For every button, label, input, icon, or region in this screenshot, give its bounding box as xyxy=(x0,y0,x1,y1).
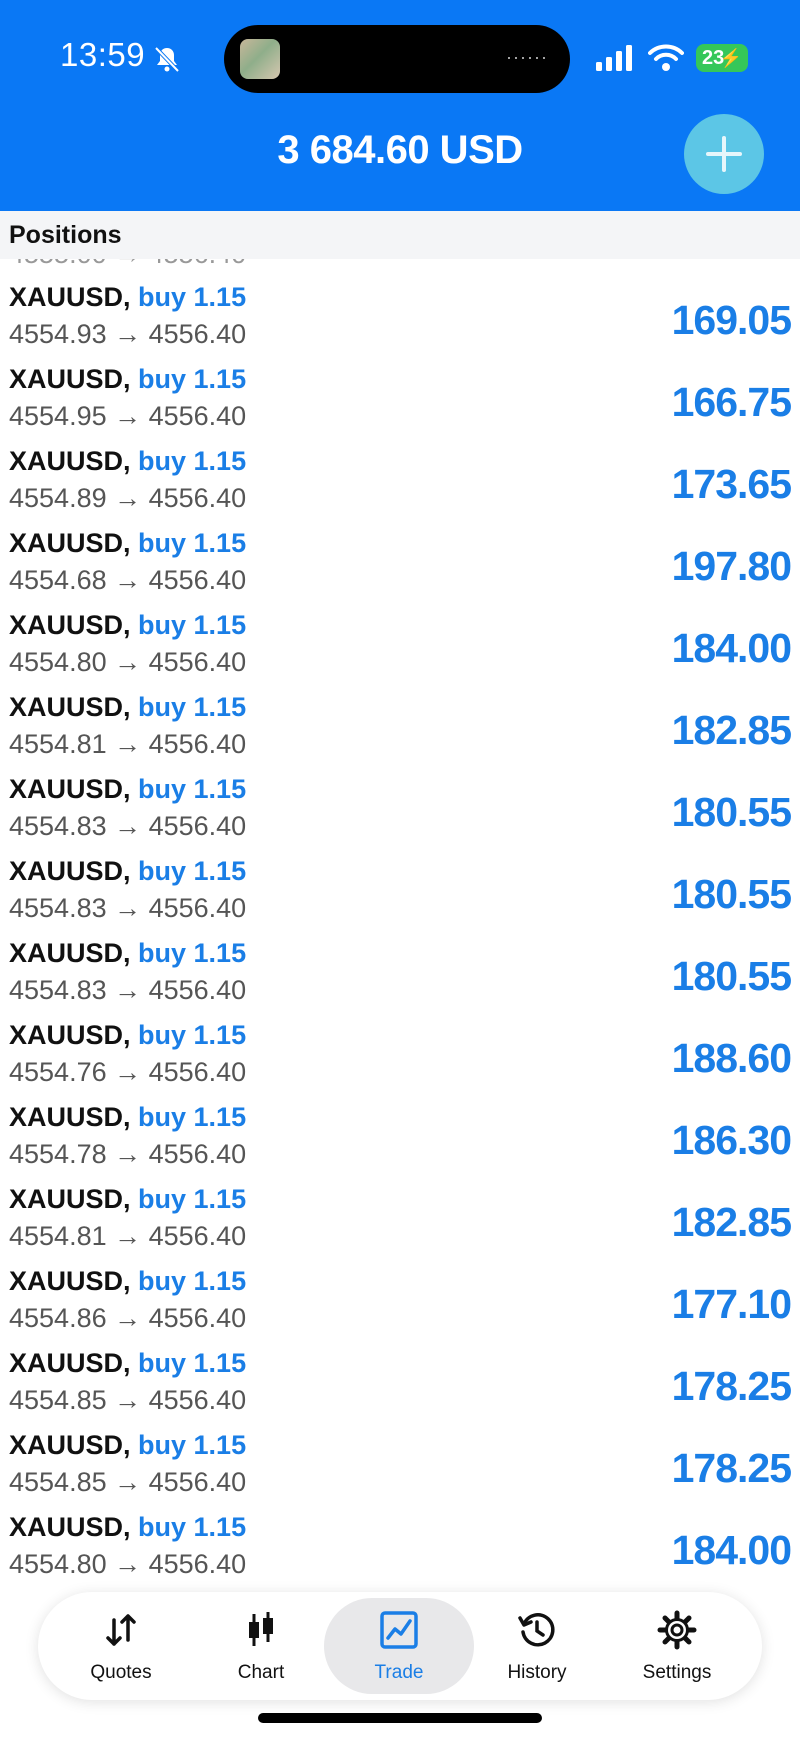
symbol: XAUUSD, xyxy=(9,938,131,968)
direction-volume: buy 1.15 xyxy=(138,1430,247,1460)
symbol: XAUUSD, xyxy=(9,692,131,722)
home-indicator[interactable] xyxy=(258,1713,542,1723)
position-row[interactable]: XAUUSD, buy 1.15 4554.76 → 4556.40 188.6… xyxy=(0,997,800,1087)
symbol: XAUUSD, xyxy=(9,1102,131,1132)
status-time: 13:59 xyxy=(60,36,146,73)
tab-label: Chart xyxy=(237,1662,285,1683)
symbol: XAUUSD, xyxy=(9,1020,131,1050)
profit-value: 180.55 xyxy=(671,871,792,917)
direction-volume: buy 1.15 xyxy=(138,774,247,804)
profit-value: 184.00 xyxy=(671,625,792,671)
activity-thumbnail xyxy=(240,39,280,79)
direction-volume: buy 1.15 xyxy=(138,282,247,312)
position-row[interactable]: XAUUSD, buy 1.15 4554.93 → 4556.40 169.0… xyxy=(0,259,800,349)
symbol: XAUUSD, xyxy=(9,1430,131,1460)
position-row[interactable]: XAUUSD, buy 1.15 4554.80 → 4556.40 184.0… xyxy=(0,1489,800,1579)
tab-label: Settings xyxy=(642,1662,712,1683)
tab-trade[interactable]: Trade xyxy=(324,1598,474,1694)
position-row[interactable]: XAUUSD, buy 1.15 4554.85 → 4556.40 178.2… xyxy=(0,1407,800,1497)
positions-list[interactable]: 4555.00 → 4556.40 XAUUSD, buy 1.15 4554.… xyxy=(0,259,800,1589)
position-row[interactable]: XAUUSD, buy 1.15 4554.81 → 4556.40 182.8… xyxy=(0,1161,800,1251)
position-row[interactable]: XAUUSD, buy 1.15 4554.86 → 4556.40 177.1… xyxy=(0,1243,800,1333)
direction-volume: buy 1.15 xyxy=(138,610,247,640)
direction-volume: buy 1.15 xyxy=(138,1512,247,1542)
section-title: Positions xyxy=(9,221,122,249)
position-row[interactable]: XAUUSD, buy 1.15 4554.83 → 4556.40 180.5… xyxy=(0,833,800,923)
direction-volume: buy 1.15 xyxy=(138,1020,247,1050)
symbol: XAUUSD, xyxy=(9,364,131,394)
symbol: XAUUSD, xyxy=(9,1512,131,1542)
symbol: XAUUSD, xyxy=(9,610,131,640)
symbol: XAUUSD, xyxy=(9,282,131,312)
symbol: XAUUSD, xyxy=(9,774,131,804)
symbol: XAUUSD, xyxy=(9,1348,131,1378)
history-icon xyxy=(518,1613,555,1647)
bottom-tab-bar: Quotes Chart Trade History Settings xyxy=(38,1592,762,1700)
symbol: XAUUSD, xyxy=(9,446,131,476)
profit-value: 166.75 xyxy=(671,379,792,425)
position-row[interactable]: XAUUSD, buy 1.15 4554.89 → 4556.40 173.6… xyxy=(0,423,800,513)
profit-value: 188.60 xyxy=(671,1035,792,1081)
profit-value: 180.55 xyxy=(671,789,792,835)
direction-volume: buy 1.15 xyxy=(138,692,247,722)
profit-value: 173.65 xyxy=(671,461,792,507)
direction-volume: buy 1.15 xyxy=(138,938,247,968)
position-row[interactable]: XAUUSD, buy 1.15 4554.68 → 4556.40 197.8… xyxy=(0,505,800,595)
position-row[interactable]: XAUUSD, buy 1.15 4554.83 → 4556.40 180.5… xyxy=(0,751,800,841)
direction-volume: buy 1.15 xyxy=(138,364,247,394)
quotes-icon xyxy=(106,1614,136,1646)
cellular-signal-icon xyxy=(596,45,632,71)
wifi-icon xyxy=(648,44,684,71)
direction-volume: buy 1.15 xyxy=(138,856,247,886)
price-open-current: 4554.80 → 4556.40 xyxy=(9,1549,247,1579)
symbol: XAUUSD, xyxy=(9,1184,131,1214)
add-order-button[interactable] xyxy=(684,114,764,194)
account-balance: 3 684.60 USD xyxy=(277,128,523,172)
tab-label: Quotes xyxy=(90,1662,152,1683)
tab-chart[interactable]: Chart xyxy=(186,1598,336,1694)
position-row[interactable]: XAUUSD, buy 1.15 4554.80 → 4556.40 184.0… xyxy=(0,587,800,677)
symbol: XAUUSD, xyxy=(9,856,131,886)
tab-history[interactable]: History xyxy=(462,1598,612,1694)
direction-volume: buy 1.15 xyxy=(138,1184,247,1214)
position-row[interactable]: XAUUSD, buy 1.15 4554.95 → 4556.40 166.7… xyxy=(0,341,800,431)
symbol: XAUUSD, xyxy=(9,1266,131,1296)
profit-value: 182.85 xyxy=(671,707,792,753)
profit-value: 180.55 xyxy=(671,953,792,999)
profit-value: 169.05 xyxy=(671,297,792,343)
position-row[interactable]: XAUUSD, buy 1.15 4554.83 → 4556.40 180.5… xyxy=(0,915,800,1005)
bell-muted-icon xyxy=(154,46,180,73)
positions-section-header: Positions xyxy=(0,211,800,259)
symbol: XAUUSD, xyxy=(9,528,131,558)
profit-value: 178.25 xyxy=(671,1363,792,1409)
tab-label: History xyxy=(507,1662,567,1683)
direction-volume: buy 1.15 xyxy=(138,1266,247,1296)
position-row[interactable]: XAUUSD, buy 1.15 4554.85 → 4556.40 178.2… xyxy=(0,1325,800,1415)
tab-quotes[interactable]: Quotes xyxy=(46,1598,196,1694)
chart-icon xyxy=(249,1612,273,1646)
direction-volume: buy 1.15 xyxy=(138,446,247,476)
gear-icon xyxy=(657,1610,697,1650)
position-row[interactable]: XAUUSD, buy 1.15 4554.78 → 4556.40 186.3… xyxy=(0,1079,800,1169)
direction-volume: buy 1.15 xyxy=(138,528,247,558)
profit-value: 177.10 xyxy=(671,1281,792,1327)
position-row[interactable]: XAUUSD, buy 1.15 4554.81 → 4556.40 182.8… xyxy=(0,669,800,759)
trade-icon xyxy=(380,1611,418,1649)
dynamic-island: ······ xyxy=(224,25,570,93)
activity-dots-icon: ······ xyxy=(506,47,548,67)
profit-value: 197.80 xyxy=(671,543,792,589)
tab-settings[interactable]: Settings xyxy=(602,1598,752,1694)
header-bar: 13:59 ······ 23 ⚡ 3 684.60 USD xyxy=(0,0,800,211)
direction-volume: buy 1.15 xyxy=(138,1348,247,1378)
charging-bolt-icon: ⚡ xyxy=(719,48,742,68)
profit-value: 184.00 xyxy=(671,1527,792,1573)
direction-volume: buy 1.15 xyxy=(138,1102,247,1132)
profit-value: 178.25 xyxy=(671,1445,792,1491)
profit-value: 186.30 xyxy=(671,1117,792,1163)
tab-label: Trade xyxy=(374,1662,424,1683)
battery-indicator: 23 ⚡ xyxy=(696,44,748,72)
profit-value: 182.85 xyxy=(671,1199,792,1245)
